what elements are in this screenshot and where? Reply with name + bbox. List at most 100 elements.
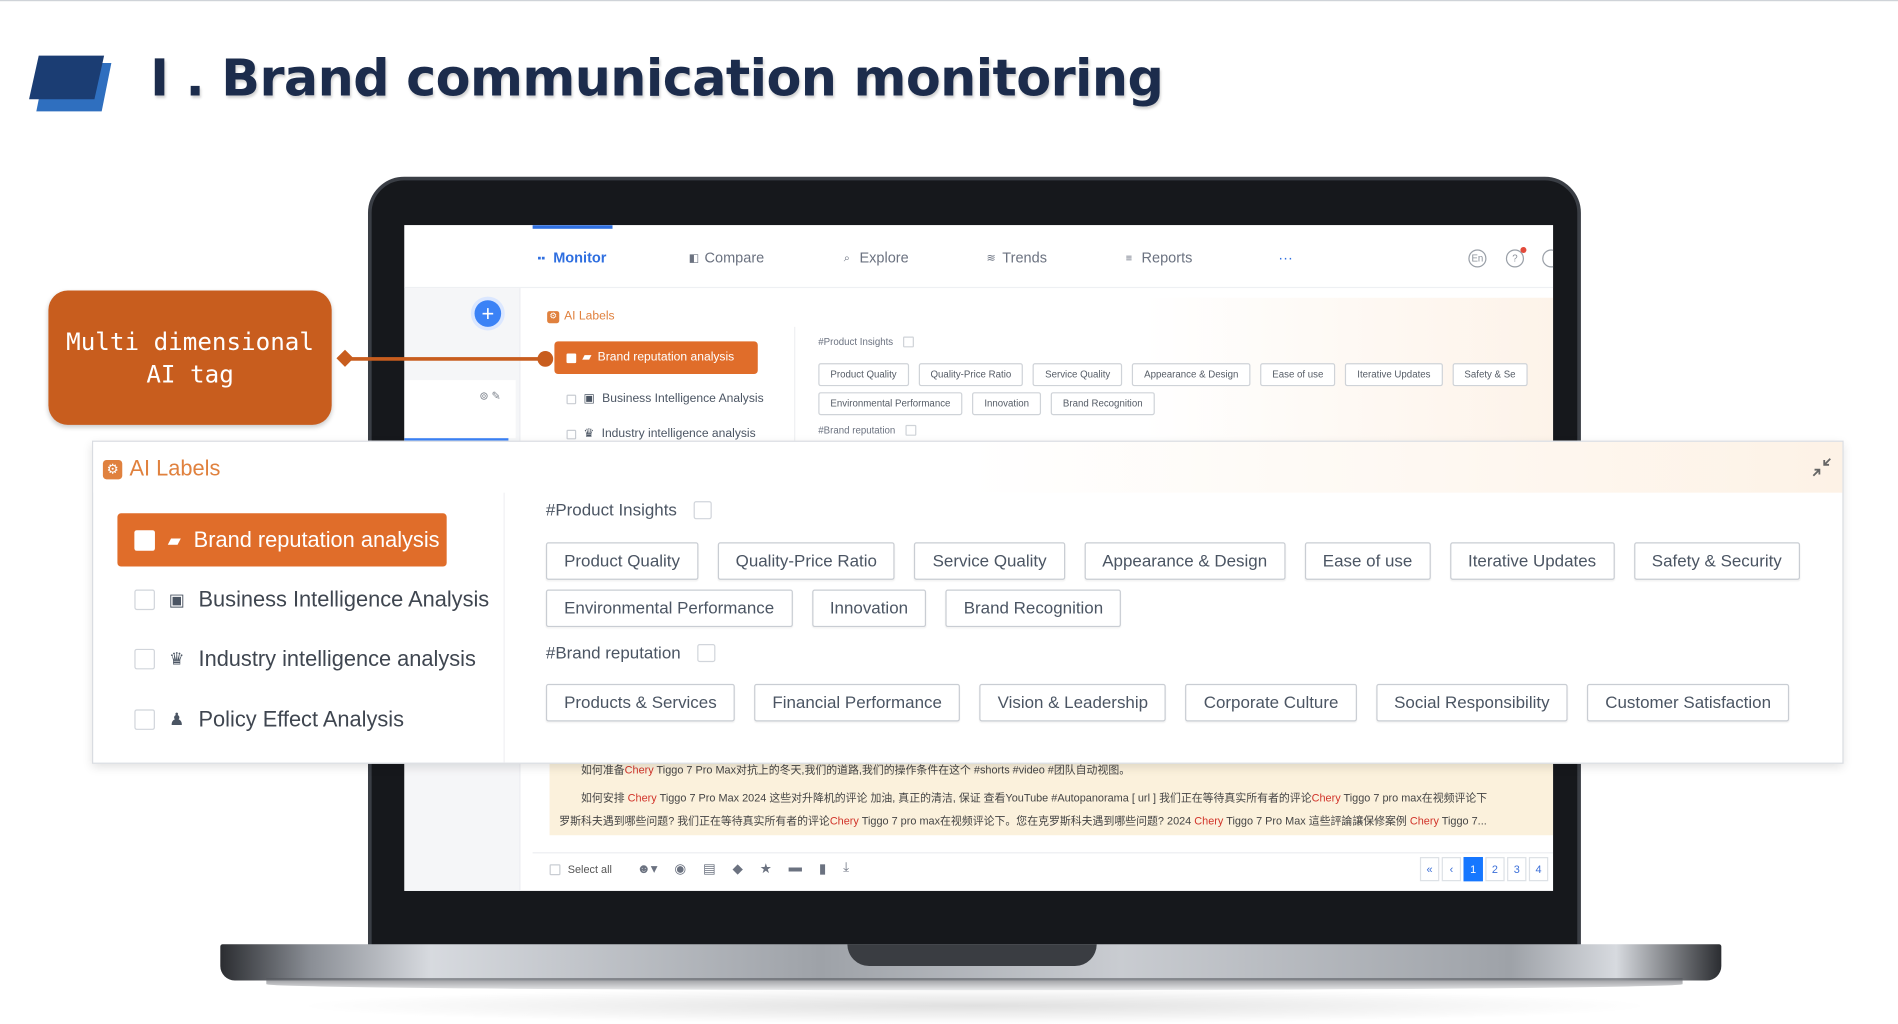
ai-labels-title: ⚙ AI Labels — [102, 456, 220, 481]
laptop-base-bottom — [266, 978, 1683, 991]
pager-page[interactable]: 3 — [1507, 857, 1527, 882]
bottom-toolbar: Select all ☻▾ ◉ ▤ ◆ ★ ▬ ▮ ⤓ « ‹ 1 2 3 4 — [532, 852, 1554, 883]
tag-service-quality[interactable]: Service Quality — [914, 542, 1065, 580]
pager-page[interactable]: 1 — [1463, 857, 1483, 882]
sidebar-tool-icons[interactable]: ⊚ ✎ — [479, 390, 500, 403]
zoom-panel-header: ⚙ AI Labels — [93, 441, 1843, 493]
select-all[interactable]: Select all — [549, 863, 612, 875]
nav-active-indicator — [532, 225, 613, 229]
tag-product-quality[interactable]: Product Quality — [545, 542, 699, 580]
checkbox[interactable] — [904, 424, 916, 436]
tag-corporate-culture[interactable]: Corporate Culture — [1185, 683, 1357, 722]
checkbox[interactable] — [134, 529, 155, 551]
pager-first[interactable]: « — [1419, 857, 1440, 882]
tag-innovation[interactable]: Innovation — [811, 589, 927, 628]
star-icon[interactable]: ★ — [760, 861, 772, 877]
grid-icon: ▪▪ — [537, 251, 546, 264]
nav-monitor[interactable]: ▪▪ Monitor — [537, 249, 606, 266]
trash-icon[interactable]: ▮ — [819, 861, 826, 877]
tag-social-responsibility[interactable]: Social Responsibility — [1375, 683, 1568, 722]
checkbox[interactable] — [697, 643, 716, 662]
mini-section-brand-reputation: #Brand reputation — [818, 424, 916, 436]
pager-page[interactable]: 2 — [1485, 857, 1505, 882]
mini-section-product-insights: #Product Insights — [818, 336, 914, 348]
tag[interactable]: Safety & Se — [1452, 363, 1528, 387]
checkbox[interactable] — [134, 648, 155, 670]
tag[interactable]: Quality-Price Ratio — [918, 363, 1024, 387]
folder-icon[interactable]: ▬ — [789, 861, 802, 877]
product-tags-row1: Product Quality Quality-Price Ratio Serv… — [545, 542, 1800, 580]
mini-category-industry-intelligence[interactable]: ♛ Industry intelligence analysis — [566, 427, 756, 441]
tag[interactable]: Environmental Performance — [818, 392, 963, 416]
toolbar-icons: ☻▾ ◉ ▤ ◆ ★ ▬ ▮ ⤓ — [637, 861, 849, 877]
checkbox[interactable] — [566, 352, 577, 363]
tag-iterative-updates[interactable]: Iterative Updates — [1449, 542, 1615, 580]
nav-trends[interactable]: ≋ Trends — [987, 249, 1047, 266]
tag-environmental-performance[interactable]: Environmental Performance — [545, 589, 793, 628]
mini-category-business-intelligence[interactable]: ▣ Business Intelligence Analysis — [566, 392, 764, 406]
connector-dot — [537, 351, 554, 367]
tag[interactable]: Brand Recognition — [1050, 392, 1155, 416]
checkbox[interactable] — [902, 336, 914, 348]
ai-labels-icon: ⚙ — [547, 310, 560, 323]
mini-category-brand-reputation[interactable]: ▰ Brand reputation analysis — [554, 341, 758, 375]
tag-brand-recognition[interactable]: Brand Recognition — [945, 589, 1122, 628]
callout-connector-line — [340, 357, 546, 361]
checkbox[interactable] — [693, 500, 712, 519]
pager-prev[interactable]: ‹ — [1441, 857, 1462, 882]
tag-vision-leadership[interactable]: Vision & Leadership — [979, 683, 1167, 722]
checkbox[interactable] — [549, 863, 561, 875]
nav-explore[interactable]: ⌕ Explore — [844, 249, 909, 266]
callout-multi-dimensional-ai-tag: Multi dimensional AI tag — [48, 290, 332, 425]
tag-quality-price-ratio[interactable]: Quality-Price Ratio — [717, 542, 896, 580]
checkbox[interactable] — [566, 394, 577, 404]
tag[interactable]: Innovation — [972, 392, 1042, 416]
emotion-icon[interactable]: ☻▾ — [637, 861, 658, 877]
building-icon: ▣ — [168, 589, 185, 609]
eye-icon[interactable]: ◉ — [674, 861, 686, 877]
content-line-2[interactable]: 如何安排 Chery Tiggo 7 Pro Max 2024 这些对升降机的评… — [581, 789, 1487, 805]
logo-icon — [29, 55, 112, 112]
nav-more[interactable]: ··· — [1278, 249, 1293, 266]
tag-safety-security[interactable]: Safety & Security — [1633, 542, 1800, 580]
settings-icon[interactable] — [1542, 249, 1554, 268]
laptop-shadow — [290, 987, 1659, 1024]
trends-icon: ≋ — [986, 251, 996, 264]
pager-page[interactable]: 4 — [1528, 857, 1549, 882]
download-icon[interactable]: ⤓ — [843, 861, 849, 877]
tag-customer-satisfaction[interactable]: Customer Satisfaction — [1587, 683, 1790, 722]
briefcase-icon: ▰ — [582, 351, 592, 365]
checkbox[interactable] — [134, 589, 155, 611]
briefcase-icon: ▰ — [167, 529, 181, 549]
tag-ease-of-use[interactable]: Ease of use — [1304, 542, 1431, 580]
tag-icon[interactable]: ◆ — [733, 861, 743, 877]
category-policy-effect[interactable]: ♟ Policy Effect Analysis — [134, 707, 404, 732]
add-button[interactable]: + — [474, 300, 502, 327]
nav-reports[interactable]: ≡ Reports — [1126, 249, 1193, 266]
category-brand-reputation[interactable]: ▰ Brand reputation analysis — [117, 513, 447, 567]
tag[interactable]: Ease of use — [1260, 363, 1336, 387]
tag[interactable]: Appearance & Design — [1132, 363, 1251, 387]
tag[interactable]: Product Quality — [818, 363, 909, 387]
page-heading: I . Brand communication monitoring — [150, 48, 1164, 108]
pagination: « ‹ 1 2 3 4 — [1419, 857, 1549, 882]
crown-icon: ♛ — [169, 648, 185, 669]
collapse-icon[interactable] — [1811, 456, 1833, 478]
tag[interactable]: Service Quality — [1033, 363, 1123, 387]
content-line-3[interactable]: 罗斯科夫遇到哪些问题? 我们正在等待真实所有者的评论Chery Tiggo 7 … — [559, 812, 1487, 828]
language-icon[interactable]: En — [1468, 249, 1487, 268]
compare-icon: ◧ — [688, 251, 700, 264]
tag-products-services[interactable]: Products & Services — [545, 683, 735, 722]
person-icon: ♟ — [169, 709, 185, 729]
checkbox[interactable] — [566, 429, 577, 439]
tag-appearance-design[interactable]: Appearance & Design — [1084, 542, 1286, 580]
category-industry-intelligence[interactable]: ♛ Industry intelligence analysis — [134, 646, 476, 671]
category-business-intelligence[interactable]: ▣ Business Intelligence Analysis — [134, 587, 489, 612]
document-icon[interactable]: ▤ — [703, 861, 716, 877]
tag-financial-performance[interactable]: Financial Performance — [754, 683, 961, 722]
connector-diamond — [336, 349, 354, 367]
mini-product-tags-row1: Product Quality Quality-Price Ratio Serv… — [818, 363, 1528, 387]
nav-compare[interactable]: ◧ Compare — [689, 249, 764, 266]
tag[interactable]: Iterative Updates — [1345, 363, 1443, 387]
checkbox[interactable] — [134, 709, 155, 730]
